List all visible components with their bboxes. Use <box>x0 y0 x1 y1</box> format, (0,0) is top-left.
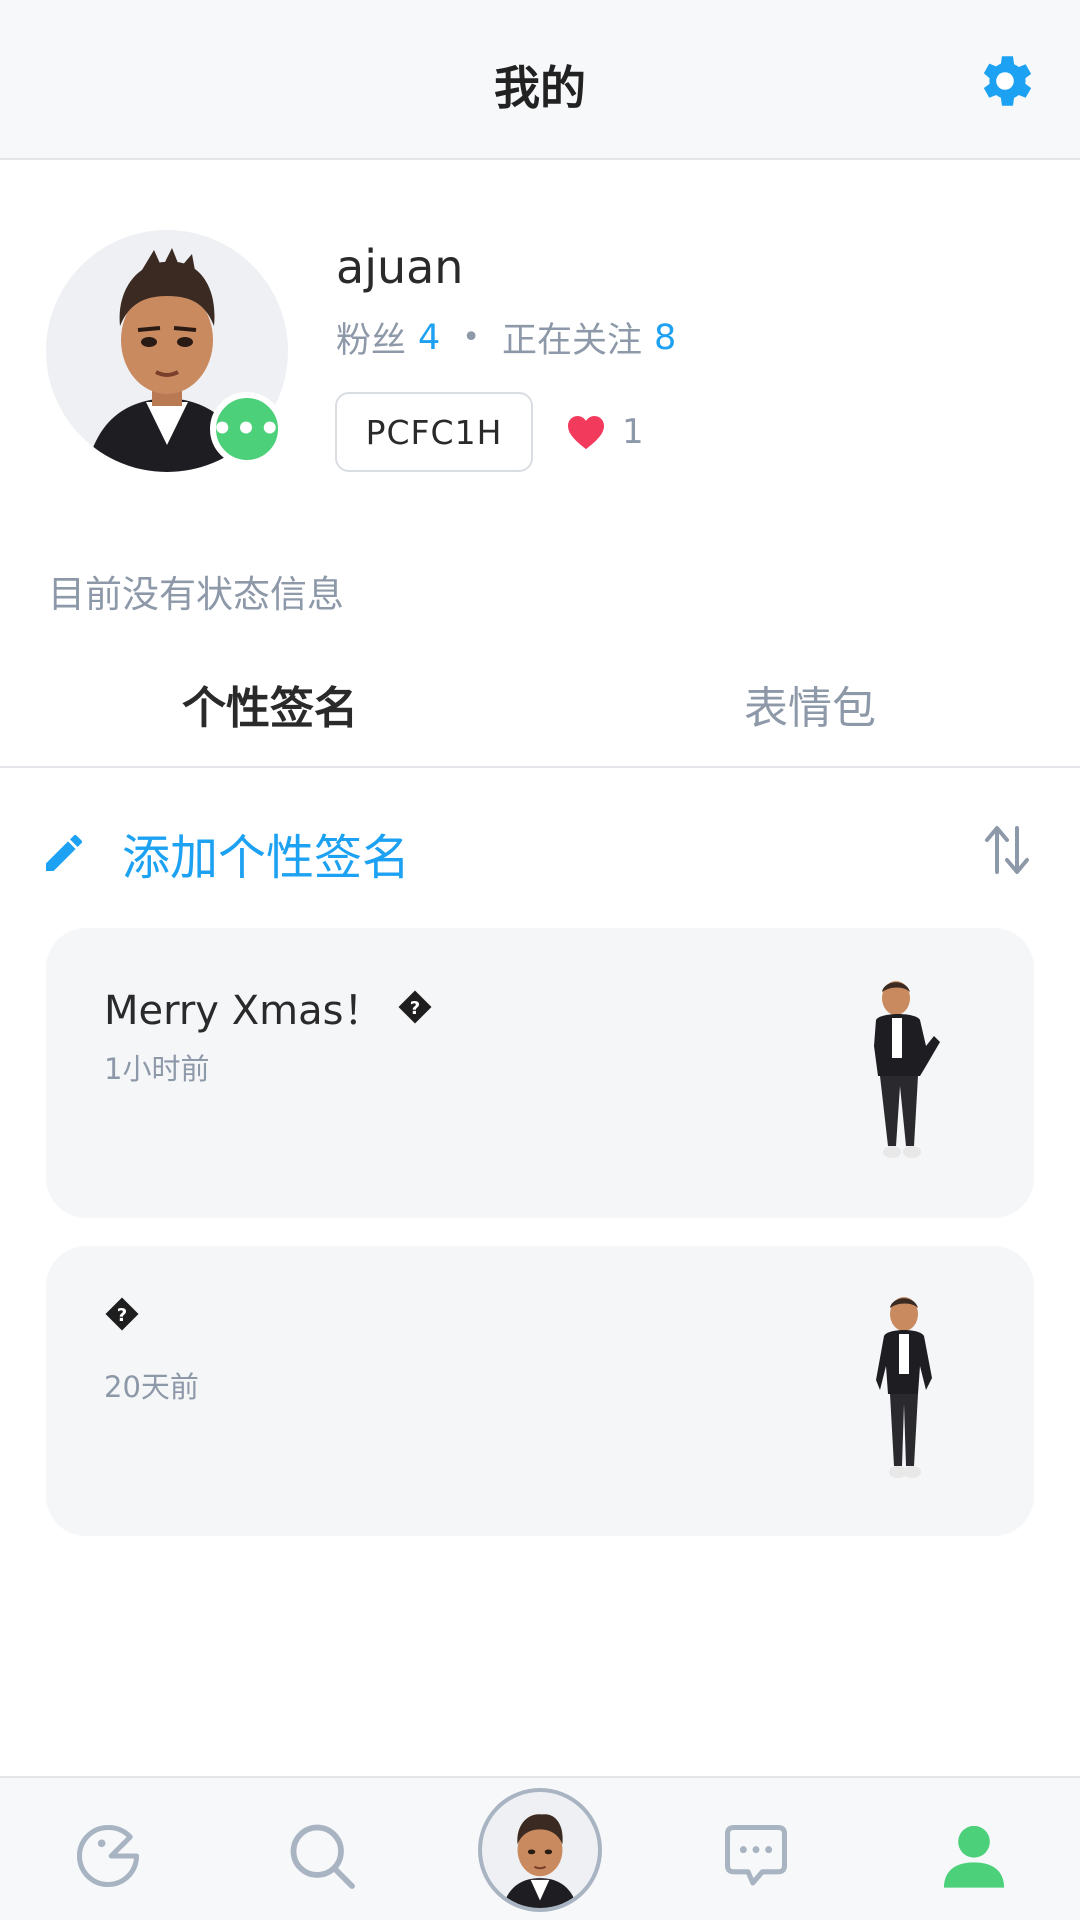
bottom-nav <box>0 1776 1080 1920</box>
signature-text-row: ? <box>104 1296 140 1332</box>
nav-search[interactable] <box>284 1818 360 1894</box>
tab-bar: 个性签名 表情包 <box>0 660 1080 768</box>
follow-stats: 粉丝 4 • 正在关注 8 <box>336 312 676 363</box>
search-icon <box>290 1824 355 1889</box>
svg-text:?: ? <box>117 1305 127 1326</box>
followers-label[interactable]: 粉丝 <box>336 312 406 363</box>
svg-text:?: ? <box>410 998 420 1019</box>
following-label[interactable]: 正在关注 <box>502 312 642 363</box>
heart-icon <box>568 415 604 450</box>
following-count[interactable]: 8 <box>654 318 676 358</box>
sort-button[interactable] <box>982 822 1032 878</box>
signature-time: 20天前 <box>104 1370 199 1404</box>
header: 我的 <box>0 0 1080 160</box>
signature-time: 1小时前 <box>104 1052 210 1086</box>
signature-text: Merry Xmas！ <box>104 988 384 1034</box>
followers-count[interactable]: 4 <box>418 318 440 358</box>
unknown-glyph-icon: ? <box>397 989 433 1025</box>
unknown-glyph-icon: ? <box>104 1296 140 1332</box>
avatar-figure-image <box>874 981 940 1158</box>
likes-counter: 1 <box>566 410 644 454</box>
nav-profile[interactable] <box>936 1818 1012 1894</box>
pencil-icon <box>46 835 82 871</box>
avatar-image <box>502 1814 578 1908</box>
page-title: 我的 <box>494 61 586 115</box>
add-signature-label: 添加个性签名 <box>122 830 411 886</box>
status-message[interactable]: 目前没有状态信息 <box>48 564 344 618</box>
nav-home[interactable] <box>70 1818 146 1894</box>
profile-icon <box>943 1825 1005 1888</box>
likes-count: 1 <box>622 412 644 452</box>
tab-stickers[interactable]: 表情包 <box>744 672 876 736</box>
nav-avatar[interactable] <box>478 1788 602 1912</box>
chat-icon <box>724 1824 788 1886</box>
profile-page: 我的 ••• ajuan 粉丝 4 • 正在关注 8 PCFC1H 1 目前没有… <box>0 0 1080 1920</box>
avatar-figure-image <box>876 1297 932 1478</box>
more-options-button[interactable]: ••• <box>210 392 284 466</box>
settings-button[interactable] <box>972 48 1038 114</box>
nav-messages[interactable] <box>718 1818 794 1894</box>
user-code-chip[interactable]: PCFC1H <box>335 392 533 472</box>
signature-card[interactable]: ? 20天前 <box>46 1246 1034 1536</box>
ghost-icon <box>77 1824 140 1887</box>
gear-icon <box>983 56 1032 106</box>
add-signature-button[interactable]: 添加个性签名 <box>40 818 410 888</box>
avatar[interactable]: ••• <box>46 230 288 472</box>
tab-signature[interactable]: 个性签名 <box>182 672 358 736</box>
signature-card[interactable]: Merry Xmas！ ? 1小时前 <box>46 928 1034 1218</box>
signature-text-row: Merry Xmas！ ? <box>104 978 433 1036</box>
username: ajuan <box>336 240 464 294</box>
sort-arrows-icon <box>985 826 1029 874</box>
stats-separator: • <box>462 320 480 355</box>
